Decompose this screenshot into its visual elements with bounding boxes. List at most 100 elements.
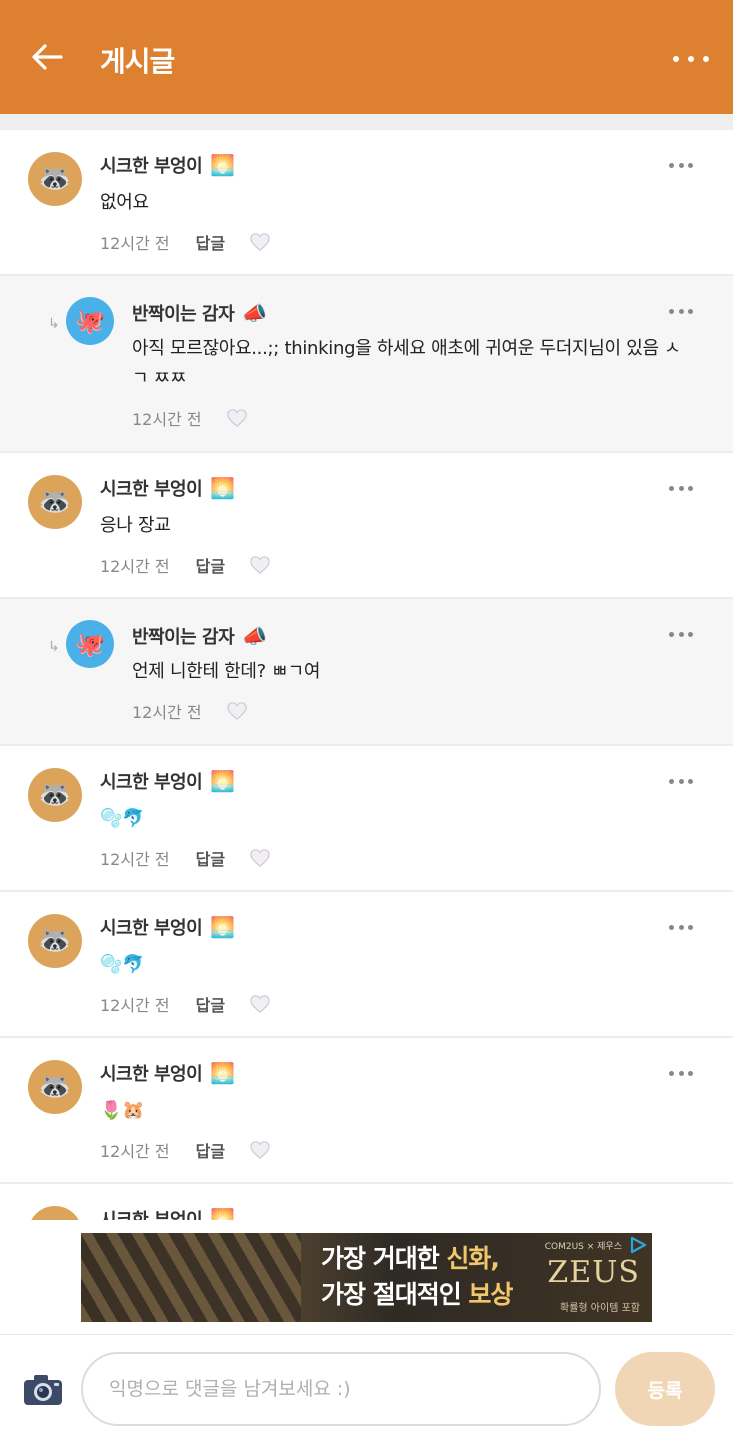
comment-more-button[interactable] [669, 1068, 693, 1078]
comment-timestamp: 12시간 전 [100, 234, 170, 253]
ad-banner[interactable]: 가장 거대한 신화, 가장 절대적인 보상 COM2US × 제우스 ZEUS … [81, 1233, 652, 1322]
comment-meta: 12시간 전 답글 [100, 553, 271, 577]
comment-author: 시크한 부엉이🌅 [100, 1206, 235, 1220]
section-divider [0, 114, 733, 130]
reply-item: ↳ 🐙 반짝이는 감자 📣 언제 니한테 한데? ㅃㄱ여 12시간 전 [0, 599, 733, 746]
reply-button[interactable]: 답글 [196, 846, 225, 870]
comment-timestamp: 12시간 전 [132, 410, 202, 429]
comment-item: 🦝 시크한 부엉이 🌅 🌷🐹 12시간 전 답글 [0, 1038, 733, 1184]
heart-icon[interactable] [249, 848, 271, 868]
avatar[interactable]: 🐙 [66, 297, 114, 345]
comment-composer: 등록 [0, 1334, 733, 1440]
comment-more-button[interactable] [669, 922, 693, 932]
app-bar: 게시글 [0, 0, 733, 114]
comment-text: 🌷🐹 [100, 1100, 145, 1121]
reply-button[interactable]: 답글 [196, 1138, 225, 1162]
heart-icon[interactable] [226, 701, 248, 721]
comment-more-button[interactable] [669, 776, 693, 786]
comment-author: 시크한 부엉이🌅 [100, 915, 235, 939]
comment-meta: 12시간 전 답글 [100, 1138, 271, 1162]
comment-item: 🦝 시크한 부엉이 🌅 🫧🐬 12시간 전 답글 [0, 746, 733, 892]
avatar[interactable]: 🦝 [28, 475, 82, 529]
sunrise-badge-icon: 🌅 [210, 915, 235, 939]
reply-item: ↳ 🐙 반짝이는 감자 📣 아직 모르잖아요...;; thinking을 하세요… [0, 276, 733, 453]
comment-timestamp: 12시간 전 [100, 850, 170, 869]
sunrise-badge-icon: 🌅 [210, 1207, 235, 1220]
avatar[interactable]: 🦝 [28, 1060, 82, 1114]
ad-headline: 가장 거대한 신화, 가장 절대적인 보상 [321, 1244, 513, 1309]
reply-button[interactable]: 답글 [196, 230, 225, 254]
comment-meta: 12시간 전 답글 [100, 992, 271, 1016]
more-horizontal-icon [669, 1070, 674, 1076]
comment-author: 시크한 부엉이🌅 [100, 476, 235, 500]
comment-item: 🦝 시크한 부엉이🌅 [0, 1184, 733, 1220]
more-horizontal-icon [669, 485, 674, 491]
comment-more-button[interactable] [669, 629, 693, 639]
avatar[interactable]: 🦝 [28, 768, 82, 822]
back-button[interactable] [26, 36, 68, 78]
avatar[interactable]: 🦝 [28, 152, 82, 206]
comment-meta: 12시간 전 [132, 699, 248, 723]
comment-more-button[interactable] [669, 306, 693, 316]
more-horizontal-icon [673, 56, 679, 62]
page-title: 게시글 [100, 45, 175, 78]
comment-author: 시크한 부엉이🌅 [100, 1061, 235, 1085]
comment-meta: 12시간 전 답글 [100, 846, 271, 870]
heart-icon[interactable] [249, 1140, 271, 1160]
comment-more-button[interactable] [669, 483, 693, 493]
sunrise-badge-icon: 🌅 [210, 769, 235, 793]
heart-icon[interactable] [226, 408, 248, 428]
heart-icon[interactable] [249, 555, 271, 575]
megaphone-badge-icon: 📣 [242, 301, 267, 325]
sunrise-badge-icon: 🌅 [210, 476, 235, 500]
avatar[interactable]: 🐙 [66, 620, 114, 668]
more-options-button[interactable] [673, 44, 709, 74]
comment-meta: 12시간 전 [132, 406, 248, 430]
reply-button[interactable]: 답글 [196, 992, 225, 1016]
heart-icon[interactable] [249, 994, 271, 1014]
avatar[interactable]: 🦝 [28, 1206, 82, 1220]
comment-timestamp: 12시간 전 [100, 557, 170, 576]
more-horizontal-icon [669, 631, 674, 637]
ad-disclaimer: 확률형 아이템 포함 [560, 1303, 640, 1314]
comment-author: 반짝이는 감자 📣 [132, 624, 267, 648]
comment-item: 🦝 시크한 부엉이 🌅 없어요 12시간 전 답글 [0, 130, 733, 276]
comment-author: 시크한 부엉이🌅 [100, 769, 235, 793]
comment-list: 🦝 시크한 부엉이 🌅 없어요 12시간 전 답글 ↳ 🐙 반짝이는 감자 📣 아직… [0, 130, 733, 1220]
comment-text: 🫧🐬 [100, 808, 145, 829]
comment-more-button[interactable] [669, 160, 693, 170]
comment-author: 반짝이는 감자 📣 [132, 301, 267, 325]
comment-input[interactable] [81, 1352, 601, 1426]
more-horizontal-icon [669, 924, 674, 930]
megaphone-badge-icon: 📣 [242, 624, 267, 648]
reply-button[interactable]: 답글 [196, 553, 225, 577]
heart-icon[interactable] [249, 232, 271, 252]
comment-text: 🫧🐬 [100, 954, 145, 975]
comment-text: 없어요 [100, 192, 149, 213]
sunrise-badge-icon: 🌅 [210, 153, 235, 177]
comment-text: 응나 장교 [100, 515, 171, 536]
reply-indent-icon: ↳ [48, 316, 60, 332]
comment-text: 언제 니한테 한데? ㅃㄱ여 [132, 661, 321, 682]
ad-artwork [81, 1233, 301, 1322]
arrow-left-icon [32, 44, 63, 70]
comment-timestamp: 12시간 전 [132, 703, 202, 722]
comment-author: 시크한 부엉이🌅 [100, 153, 235, 177]
sunrise-badge-icon: 🌅 [210, 1061, 235, 1085]
ad-choices-icon[interactable] [628, 1235, 648, 1255]
more-horizontal-icon [669, 308, 674, 314]
comment-timestamp: 12시간 전 [100, 1142, 170, 1161]
ad-publisher: COM2US × 제우스 [544, 1242, 622, 1252]
comment-timestamp: 12시간 전 [100, 996, 170, 1015]
ad-brand-logo: ZEUS [547, 1255, 640, 1290]
comment-text: 아직 모르잖아요...;; thinking을 하세요 애초에 귀여운 두더지님… [132, 338, 681, 389]
more-horizontal-icon [669, 162, 674, 168]
comment-item: 🦝 시크한 부엉이 🌅 응나 장교 12시간 전 답글 [0, 453, 733, 599]
comment-item: 🦝 시크한 부엉이 🌅 🫧🐬 12시간 전 답글 [0, 892, 733, 1038]
comment-meta: 12시간 전 답글 [100, 230, 271, 254]
avatar[interactable]: 🦝 [28, 914, 82, 968]
reply-indent-icon: ↳ [48, 639, 60, 655]
camera-icon[interactable] [22, 1373, 64, 1407]
submit-button[interactable]: 등록 [615, 1352, 715, 1426]
more-horizontal-icon [669, 778, 674, 784]
